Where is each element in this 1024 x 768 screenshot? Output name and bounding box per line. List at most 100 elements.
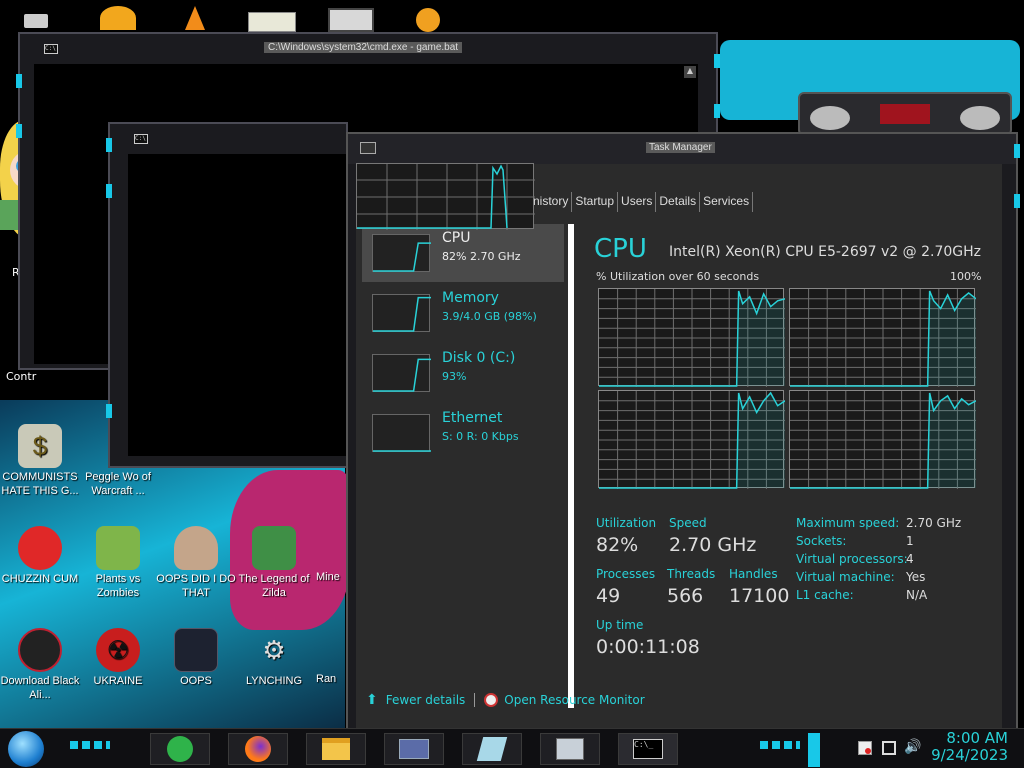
threads-value: 566: [667, 585, 704, 607]
cpu-core-graph: [789, 288, 977, 387]
notepad-icon: [476, 737, 508, 761]
tab-bar: nistory Startup Users Details Services: [530, 192, 754, 212]
desktop-icon-ukraine[interactable]: ☢ UKRAINE: [78, 628, 158, 688]
ball-icon[interactable]: [416, 8, 440, 32]
virtual-machine-label: Virtual machine:: [796, 570, 895, 584]
frame-accent: [106, 404, 112, 418]
frame-accent: [106, 184, 112, 198]
l1-cache-value: N/A: [906, 588, 928, 602]
frame-accent: [16, 124, 22, 138]
cpu-core-graph: [598, 288, 786, 387]
sparkline-path: [373, 296, 431, 332]
firefox-icon: [245, 736, 271, 762]
threads-label: Threads: [667, 567, 716, 581]
app-window-icon[interactable]: [328, 8, 374, 32]
speed-value: 2.70 GHz: [669, 534, 757, 556]
taskbar-firefox[interactable]: [228, 733, 288, 765]
sparkline-path: [373, 358, 431, 392]
cpu-core-graph: [789, 390, 977, 489]
system-clock[interactable]: 8:00 AM 9/24/2023: [931, 730, 1008, 764]
desktop-icon-pvz[interactable]: Plants vs Zombies: [78, 526, 158, 600]
taskbar-cmd[interactable]: C:\_: [618, 733, 678, 765]
firefox-icon[interactable]: [100, 6, 136, 30]
desktop-icon-oops[interactable]: OOPS: [156, 628, 236, 688]
cmd-window-front[interactable]: C:\: [106, 122, 348, 468]
taskbar-accent: [70, 741, 110, 749]
task-manager-icon: [360, 142, 376, 154]
sidebar-item-value: S: 0 R: 0 Kbps: [442, 430, 519, 443]
taskbar-task-manager[interactable]: [540, 733, 600, 765]
sidebar-item-disk[interactable]: Disk 0 (C:) 93%: [362, 344, 564, 402]
cpu-model: Intel(R) Xeon(R) CPU E5-2697 v2 @ 2.70GH…: [669, 244, 981, 260]
desktop-icon-label[interactable]: Contr: [6, 370, 36, 383]
fewer-details-link[interactable]: Fewer details: [386, 693, 466, 707]
window-title: Task Manager: [646, 142, 715, 153]
window-title: C:\Windows\system32\cmd.exe - game.bat: [264, 42, 463, 53]
chevron-up-icon[interactable]: ⬆: [366, 692, 378, 708]
taskbar-sticky-notes[interactable]: [150, 733, 210, 765]
frame-accent: [16, 74, 22, 88]
taskbar-id-card[interactable]: [384, 733, 444, 765]
recycle-bin-icon[interactable]: [24, 14, 48, 28]
tab-startup[interactable]: Startup: [572, 192, 619, 212]
task-manager-body: nistory Startup Users Details Services C…: [356, 164, 1002, 730]
disk-sparkline: [372, 354, 431, 392]
uptime-label: Up time: [596, 618, 644, 632]
task-manager-icon: [556, 738, 584, 760]
sidebar-item-memory[interactable]: Memory 3.9/4.0 GB (98%): [362, 284, 564, 342]
sidebar-item-label: Disk 0 (C:): [442, 350, 516, 366]
desktop-icon-oops-did-i[interactable]: OOPS DID I DO THAT: [156, 526, 236, 600]
sparkline-path: [373, 242, 431, 272]
radiation-icon: ☢: [96, 628, 140, 672]
frame-accent: [714, 104, 720, 118]
wallpaper-art: [798, 92, 1012, 136]
media-icon[interactable]: [248, 12, 296, 32]
tab-app-history[interactable]: nistory: [530, 192, 573, 212]
tab-services[interactable]: Services: [700, 192, 754, 212]
tab-users[interactable]: Users: [618, 192, 657, 212]
vlc-icon[interactable]: [185, 6, 205, 30]
desktop-icon-ran[interactable]: Ran: [300, 628, 344, 686]
floating-cpu-graph: [356, 163, 535, 230]
tab-details[interactable]: Details: [656, 192, 701, 212]
frame-accent: [1014, 194, 1020, 208]
taskbar-notepad[interactable]: [462, 733, 522, 765]
volume-icon[interactable]: 🔊: [904, 739, 921, 755]
clock-time: 8:00 AM: [946, 729, 1008, 747]
l1-cache-label: L1 cache:: [796, 588, 854, 602]
action-center-flag-icon[interactable]: [858, 741, 872, 755]
console-area[interactable]: [128, 154, 348, 456]
sticky-notes-icon: [167, 736, 193, 762]
open-resource-monitor-link[interactable]: Open Resource Monitor: [504, 693, 644, 707]
footer-divider: [474, 693, 476, 707]
resource-monitor-icon: [484, 693, 499, 707]
utilization-graph-label: % Utilization over 60 seconds: [596, 270, 760, 283]
money-bag-icon: $: [18, 424, 62, 468]
virtual-processors-value: 4: [906, 552, 914, 566]
sidebar-item-ethernet[interactable]: Ethernet S: 0 R: 0 Kbps: [362, 404, 564, 462]
taskbar-file-explorer[interactable]: [306, 733, 366, 765]
sidebar-item-cpu[interactable]: CPU 82% 2.70 GHz: [362, 224, 564, 282]
start-orb-icon[interactable]: [8, 731, 44, 767]
cmd-icon: C:\: [44, 44, 58, 54]
alienware-icon: [18, 628, 62, 672]
handles-value: 17100: [729, 585, 790, 607]
desktop-icon-mine[interactable]: Mine: [300, 526, 344, 584]
desktop-icon-communists[interactable]: $ COMMUNISTS HATE THIS G...: [0, 424, 80, 498]
generic-icon: [300, 628, 344, 672]
panel-divider[interactable]: [568, 224, 574, 708]
desktop-icon-chuzzle[interactable]: CHUZZIN CUM: [0, 526, 80, 586]
title-bar[interactable]: Task Manager: [348, 134, 1016, 164]
sockets-label: Sockets:: [796, 534, 847, 548]
sockets-value: 1: [906, 534, 914, 548]
plants-vs-zombies-icon: [96, 526, 140, 570]
max-speed-label: Maximum speed:: [796, 516, 900, 530]
cpu-sparkline: [372, 234, 431, 272]
network-icon[interactable]: [882, 741, 896, 755]
sidebar-item-value: 3.9/4.0 GB (98%): [442, 310, 537, 323]
floating-graph-svg: [357, 164, 535, 230]
scroll-up-icon[interactable]: ▲: [684, 66, 696, 78]
show-desktop-button[interactable]: [808, 733, 820, 767]
cmd-icon: C:\_: [633, 739, 663, 759]
desktop-icon-black-ali[interactable]: Download Black Ali...: [0, 628, 80, 702]
